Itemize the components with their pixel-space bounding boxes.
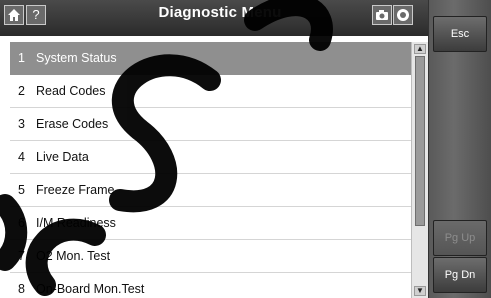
menu-item-number: 3 <box>18 117 25 131</box>
menu-item-number: 1 <box>18 51 25 65</box>
menu-panel: ? Diagnostic Menu 1 System Status 2 Read… <box>0 0 429 298</box>
page-up-button[interactable]: Pg Up <box>433 220 487 256</box>
menu-item-label: System Status <box>36 51 117 65</box>
page-down-button[interactable]: Pg Dn <box>433 257 487 293</box>
menu-item-number: 7 <box>18 249 25 263</box>
home-icon-glyph <box>8 9 20 21</box>
menu-item-label: Live Data <box>36 150 89 164</box>
menu-item-number: 8 <box>18 282 25 296</box>
menu-item-number: 4 <box>18 150 25 164</box>
record-icon[interactable] <box>393 5 413 25</box>
scroll-up-arrow-icon[interactable]: ▲ <box>414 44 426 54</box>
menu-item-label: I/M Readiness <box>36 216 116 230</box>
camera-icon-glyph <box>376 10 388 20</box>
menu-item-label: O2 Mon. Test <box>36 249 111 263</box>
menu-item-number: 5 <box>18 183 25 197</box>
menu-item-live-data[interactable]: 4 Live Data <box>10 141 412 174</box>
menu-item-o2-mon-test[interactable]: 7 O2 Mon. Test <box>10 240 412 273</box>
title-bar: ? Diagnostic Menu <box>0 0 428 36</box>
camera-icon[interactable] <box>372 5 392 25</box>
menu-item-erase-codes[interactable]: 3 Erase Codes <box>10 108 412 141</box>
menu-item-on-board-mon-test[interactable]: 8 On-Board Mon.Test <box>10 273 412 298</box>
home-icon[interactable] <box>4 5 24 25</box>
menu-item-freeze-frame[interactable]: 5 Freeze Frame <box>10 174 412 207</box>
scrollbar-thumb[interactable] <box>415 56 425 226</box>
menu-item-label: Read Codes <box>36 84 106 98</box>
help-button[interactable]: ? <box>26 5 46 25</box>
page-title: Diagnostic Menu <box>158 4 282 21</box>
record-icon-glyph <box>397 9 409 21</box>
function-button-column: Esc Pg Up Pg Dn <box>429 0 491 298</box>
menu-item-system-status[interactable]: 1 System Status <box>10 42 412 75</box>
menu-item-number: 2 <box>18 84 25 98</box>
menu-item-number: 6 <box>18 216 25 230</box>
menu-item-read-codes[interactable]: 2 Read Codes <box>10 75 412 108</box>
scroll-down-arrow-icon[interactable]: ▼ <box>414 286 426 296</box>
esc-button[interactable]: Esc <box>433 16 487 52</box>
menu-item-label: On-Board Mon.Test <box>36 282 145 296</box>
menu-list: 1 System Status 2 Read Codes 3 Erase Cod… <box>10 42 412 298</box>
menu-item-label: Erase Codes <box>36 117 109 131</box>
help-icon: ? <box>32 7 40 22</box>
menu-item-im-readiness[interactable]: 6 I/M Readiness <box>10 207 412 240</box>
scrollbar[interactable]: ▲ ▼ <box>411 42 428 298</box>
menu-item-label: Freeze Frame <box>36 183 115 197</box>
